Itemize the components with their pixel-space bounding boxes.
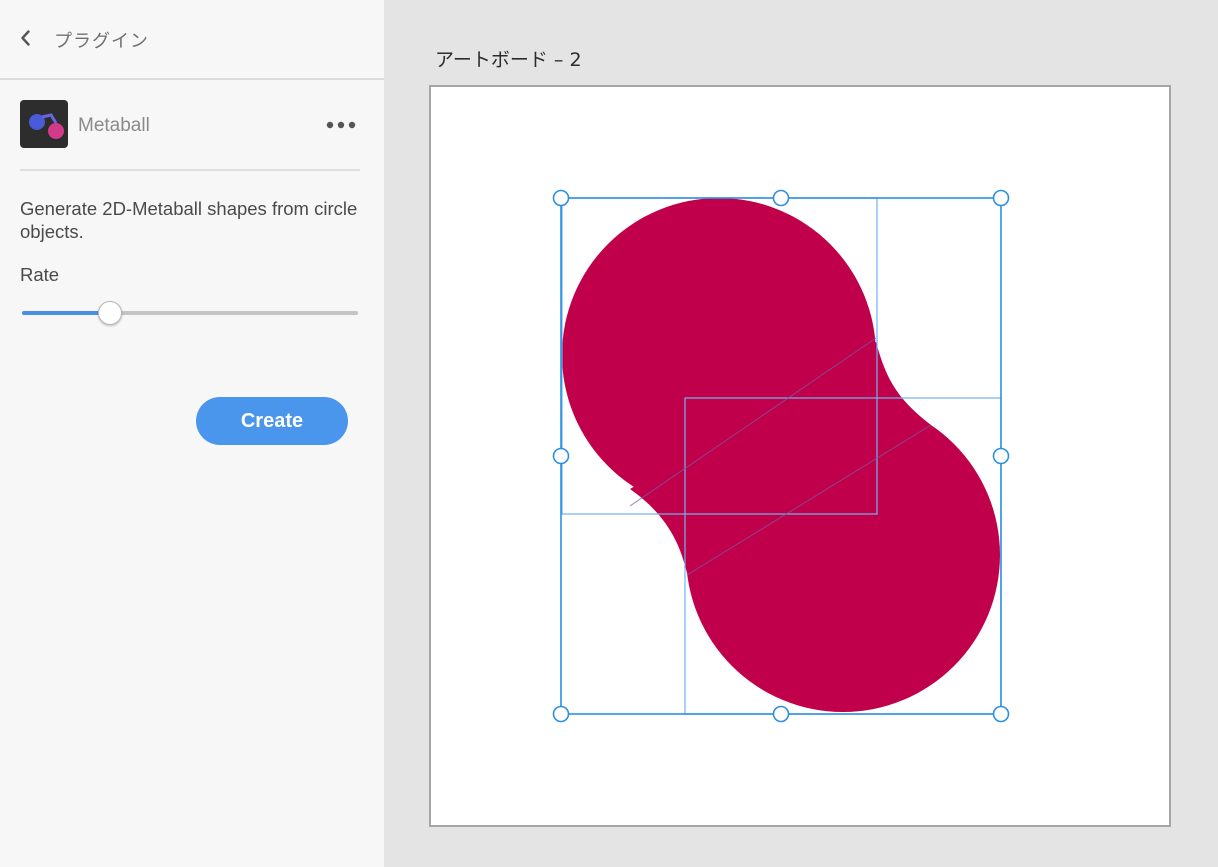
rate-slider[interactable]	[22, 300, 358, 326]
slider-thumb[interactable]	[98, 301, 123, 325]
plugin-name: Metaball	[78, 115, 150, 136]
metaball-plugin-logo	[20, 100, 68, 148]
artboard[interactable]	[429, 85, 1171, 827]
resize-handle-left[interactable]	[552, 447, 570, 465]
resize-handle-bottom-right[interactable]	[992, 705, 1010, 723]
panel-title: プラグイン	[54, 31, 149, 52]
panel-header: プラグイン	[0, 0, 384, 80]
plugin-panel: プラグイン Metaball Generate 2D-Metaball shap…	[0, 0, 384, 867]
resize-handle-bottom-left[interactable]	[552, 705, 570, 723]
create-button[interactable]: Create	[196, 397, 348, 445]
more-horizontal-icon[interactable]	[324, 116, 358, 134]
slider-fill	[22, 311, 110, 315]
plugin-description: Generate 2D-Metaball shapes from circle …	[20, 198, 358, 242]
artboard-label[interactable]: アートボード – 2	[435, 45, 582, 72]
divider	[20, 169, 360, 171]
chevron-left-icon[interactable]	[16, 28, 36, 48]
resize-handle-right[interactable]	[992, 447, 1010, 465]
plugin-row: Metaball	[20, 100, 360, 150]
resize-handle-bottom[interactable]	[772, 705, 790, 723]
resize-handle-top-right[interactable]	[992, 189, 1010, 207]
rate-label: Rate	[20, 264, 60, 285]
resize-handle-top[interactable]	[772, 189, 790, 207]
resize-handle-top-left[interactable]	[552, 189, 570, 207]
